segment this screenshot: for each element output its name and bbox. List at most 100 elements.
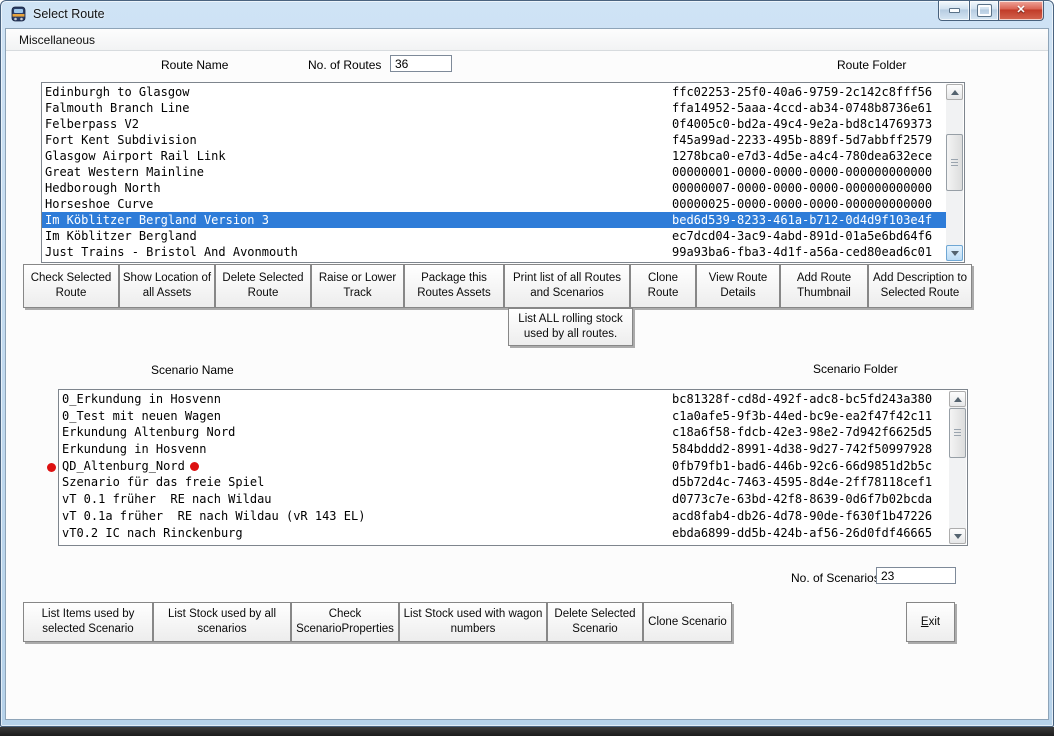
scenario-row-guid: acd8fab4-db26-4d78-90de-f630f1b47226 bbox=[672, 508, 932, 525]
route-row-guid: 00000025-0000-0000-0000-000000000000 bbox=[672, 196, 932, 212]
scenario-row[interactable]: vT 0.1 früher RE nach Wildaud0773c7e-63b… bbox=[59, 491, 949, 508]
button-label: View Route Details bbox=[699, 271, 777, 301]
route-row[interactable]: Felberpass V20f4005c0-bd2a-49c4-9e2a-bd8… bbox=[42, 116, 946, 132]
button-label: Clone Scenario bbox=[648, 615, 727, 630]
maximize-icon bbox=[978, 5, 991, 16]
scenario-row-guid: 0fb79fb1-bad6-446b-92c6-66d9851d2b5c bbox=[672, 458, 932, 475]
no-of-routes-label: No. of Routes bbox=[308, 58, 381, 72]
package-routes-assets-button[interactable]: Package this Routes Assets bbox=[404, 264, 504, 308]
route-row-name: Glasgow Airport Rail Link bbox=[42, 149, 226, 163]
route-row-name: Im Köblitzer Bergland bbox=[42, 229, 197, 243]
route-row[interactable]: Falmouth Branch Lineffa14952-5aaa-4ccd-a… bbox=[42, 100, 946, 116]
menu-item-miscellaneous[interactable]: Miscellaneous bbox=[15, 32, 99, 48]
button-label: Add Description to Selected Route bbox=[871, 271, 969, 301]
scenario-row-name: 0_Test mit neuen Wagen bbox=[59, 409, 221, 423]
no-of-routes-input[interactable] bbox=[390, 55, 452, 72]
scenario-row-name: Szenario für das freie Spiel bbox=[59, 475, 264, 489]
route-scroll-down-button[interactable] bbox=[946, 245, 963, 261]
button-label: Show Location of all Assets bbox=[122, 271, 212, 301]
arrow-up-icon bbox=[951, 90, 959, 95]
print-routes-scenarios-button[interactable]: Print list of all Routes and Scenarios bbox=[504, 264, 630, 308]
scenario-scrollbar[interactable] bbox=[949, 391, 966, 544]
scenario-row-guid: d5b72d4c-7463-4595-8d4e-2ff78118cef1 bbox=[672, 474, 932, 491]
add-description-button[interactable]: Add Description to Selected Route bbox=[868, 264, 972, 308]
route-row[interactable]: Hedborough North00000007-0000-0000-0000-… bbox=[42, 180, 946, 196]
button-label: Add Route Thumbnail bbox=[783, 271, 865, 301]
scenario-scroll-up-button[interactable] bbox=[949, 391, 966, 407]
scenario-row[interactable]: Erkundung in Hosvenn584bddd2-8991-4d38-9… bbox=[59, 441, 949, 458]
list-stock-wagon-numbers-button[interactable]: List Stock used with wagon numbers bbox=[399, 602, 547, 642]
no-of-scenarios-input[interactable] bbox=[876, 567, 956, 584]
route-row[interactable]: Im Köblitzer Bergland Version 3bed6d539-… bbox=[42, 212, 946, 228]
screen: Select Route ✕ Miscellaneous Route Name … bbox=[0, 0, 1054, 736]
scenario-scroll-thumb[interactable] bbox=[949, 408, 966, 458]
scenario-scroll-down-button[interactable] bbox=[949, 528, 966, 544]
route-row-name: Falmouth Branch Line bbox=[42, 101, 190, 115]
route-scrollbar[interactable] bbox=[946, 84, 963, 261]
button-label: List Stock used by all scenarios bbox=[156, 607, 288, 637]
route-row-guid: f45a99ad-2233-495b-889f-5d7abbff2579 bbox=[672, 132, 932, 148]
route-row[interactable]: Great Western Mainline 00000001-0000-0000… bbox=[42, 164, 946, 180]
button-label: List ALL rolling stock used by all route… bbox=[511, 312, 630, 342]
check-selected-route-button[interactable]: Check Selected Route bbox=[23, 264, 119, 308]
scenario-row-name: 0_Erkundung in Hosvenn bbox=[59, 392, 221, 406]
route-listbox[interactable]: Edinburgh to Glasgowffc02253-25f0-40a6-9… bbox=[41, 82, 965, 263]
route-row-name: Felberpass V2 bbox=[42, 117, 139, 131]
exit-button[interactable]: Exit bbox=[906, 602, 955, 642]
route-row-name: Great Western Mainline bbox=[42, 165, 204, 179]
clone-route-button[interactable]: Clone Route bbox=[630, 264, 696, 308]
route-row-guid: 1278bca0-e7d3-4d5e-a4c4-780dea632ece bbox=[672, 148, 932, 164]
view-route-details-button[interactable]: View Route Details bbox=[696, 264, 780, 308]
maximize-button[interactable] bbox=[969, 1, 999, 21]
scenario-row-guid: d0773c7e-63bd-42f8-8639-0d6f7b02bcda bbox=[672, 491, 932, 508]
route-scroll-thumb[interactable] bbox=[946, 134, 963, 191]
scenario-row[interactable]: 0_Test mit neuen Wagen c1a0afe5-9f3b-44ed… bbox=[59, 408, 949, 425]
window-title: Select Route bbox=[33, 7, 105, 21]
close-icon: ✕ bbox=[1016, 5, 1025, 16]
check-scenario-properties-button[interactable]: Check ScenarioProperties bbox=[291, 602, 399, 642]
route-scroll-up-button[interactable] bbox=[946, 84, 963, 100]
route-row[interactable]: Glasgow Airport Rail Link 1278bca0-e7d3-4… bbox=[42, 148, 946, 164]
scenario-row[interactable]: vT 0.1a früher RE nach Wildau (vR 143 EL… bbox=[59, 508, 949, 525]
thumb-grip-icon bbox=[951, 159, 958, 167]
scenario-listbox[interactable]: 0_Erkundung in Hosvenn bc81328f-cd8d-492f… bbox=[58, 389, 968, 546]
clone-scenario-button[interactable]: Clone Scenario bbox=[643, 602, 732, 642]
button-label: Delete Selected Scenario bbox=[550, 607, 640, 637]
scenario-row[interactable]: 0_Erkundung in Hosvenn bc81328f-cd8d-492f… bbox=[59, 391, 949, 408]
no-of-scenarios-label: No. of Scenarios bbox=[791, 571, 880, 585]
route-row[interactable]: Horseshoe Curve00000025-0000-0000-0000-0… bbox=[42, 196, 946, 212]
add-route-thumbnail-button[interactable]: Add Route Thumbnail bbox=[780, 264, 868, 308]
scenario-row-name: Erkundung in Hosvenn bbox=[59, 442, 207, 456]
scenario-row[interactable]: vT0.2 IC nach Rinckenburgebda6899-dd5b-4… bbox=[59, 525, 949, 542]
scenario-row-name: vT0.2 IC nach Rinckenburg bbox=[59, 526, 243, 540]
list-stock-all-scenarios-button[interactable]: List Stock used by all scenarios bbox=[153, 602, 291, 642]
route-row-guid: bed6d539-8233-461a-b712-0d4d9f103e4f bbox=[672, 212, 932, 228]
route-row-name: Just Trains - Bristol And Avonmouth bbox=[42, 245, 298, 259]
route-row[interactable]: Fort Kent Subdivisionf45a99ad-2233-495b-… bbox=[42, 132, 946, 148]
minimize-icon bbox=[949, 8, 960, 13]
titlebar[interactable]: Select Route ✕ bbox=[1, 1, 1053, 28]
minimize-button[interactable] bbox=[938, 1, 969, 21]
route-row-guid: 00000001-0000-0000-0000-000000000000 bbox=[672, 164, 932, 180]
route-row[interactable]: Im Köblitzer Bergland ec7dcd04-3ac9-4abd-… bbox=[42, 228, 946, 244]
scenario-row-guid: bc81328f-cd8d-492f-adc8-bc5fd243a380 bbox=[672, 391, 932, 408]
scenario-name-label: Scenario Name bbox=[151, 363, 234, 377]
scenario-row-guid: c1a0afe5-9f3b-44ed-bc9e-ea2f47f42c11 bbox=[672, 408, 932, 425]
taskbar-strip bbox=[0, 727, 1054, 736]
list-all-rolling-stock-button[interactable]: List ALL rolling stock used by all route… bbox=[508, 308, 633, 346]
button-label: Delete Selected Route bbox=[218, 271, 308, 301]
button-label: Exit bbox=[921, 615, 940, 630]
delete-selected-route-button[interactable]: Delete Selected Route bbox=[215, 264, 311, 308]
close-button[interactable]: ✕ bbox=[999, 1, 1044, 21]
scenario-row[interactable]: QD_Altenburg_Nord0fb79fb1-bad6-446b-92c6… bbox=[59, 458, 949, 475]
route-row-guid: ec7dcd04-3ac9-4abd-891d-01a5e6bd64f6 bbox=[672, 228, 932, 244]
scenario-row[interactable]: Szenario für das freie Spiel d5b72d4c-746… bbox=[59, 474, 949, 491]
scenario-row[interactable]: Erkundung Altenburg Nordc18a6f58-fdcb-42… bbox=[59, 424, 949, 441]
show-location-all-assets-button[interactable]: Show Location of all Assets bbox=[119, 264, 215, 308]
route-row[interactable]: Just Trains - Bristol And Avonmouth99a93… bbox=[42, 244, 946, 260]
list-items-selected-scenario-button[interactable]: List Items used by selected Scenario bbox=[23, 602, 153, 642]
select-route-window: Select Route ✕ Miscellaneous Route Name … bbox=[0, 0, 1054, 727]
route-row[interactable]: Edinburgh to Glasgowffc02253-25f0-40a6-9… bbox=[42, 84, 946, 100]
raise-or-lower-track-button[interactable]: Raise or Lower Track bbox=[311, 264, 404, 308]
delete-selected-scenario-button[interactable]: Delete Selected Scenario bbox=[547, 602, 643, 642]
